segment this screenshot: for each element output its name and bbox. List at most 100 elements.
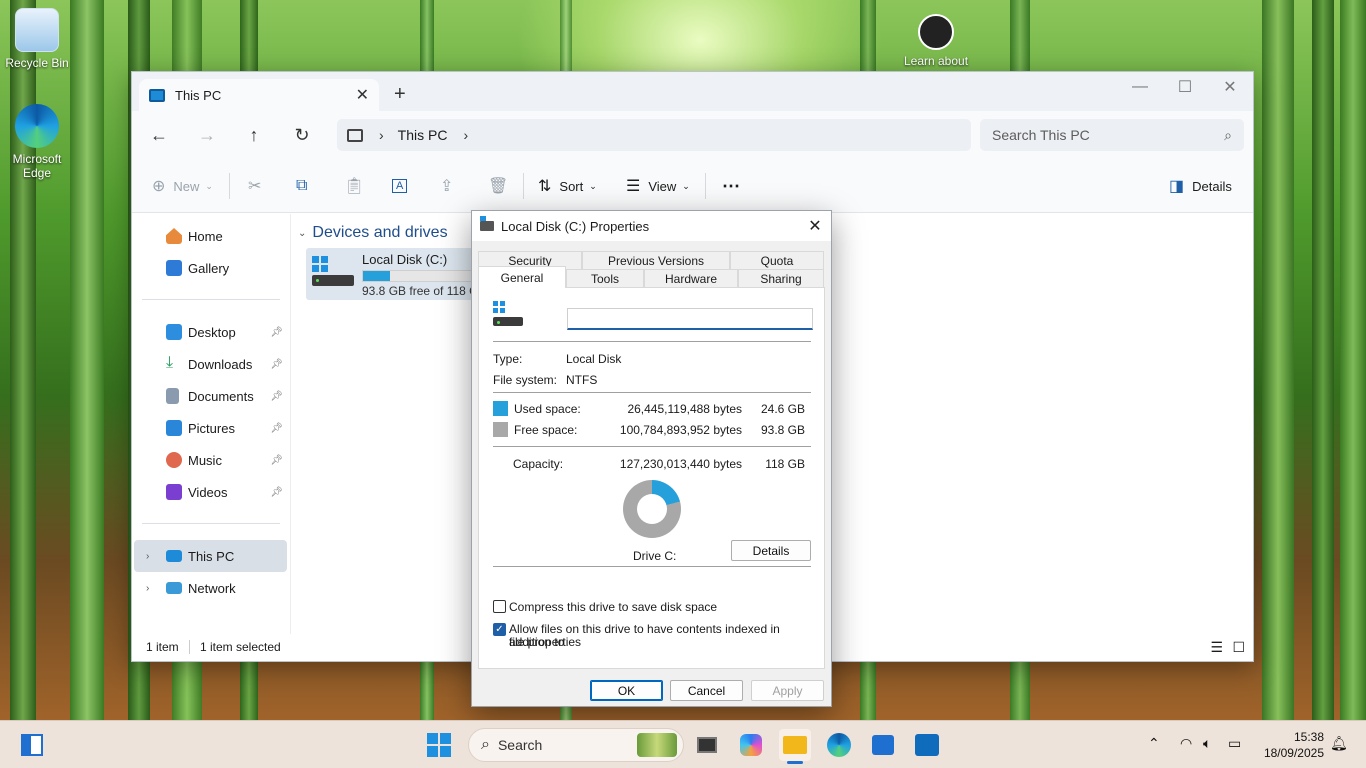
sort-button[interactable]: ⇅ Sort ⌄ [538, 175, 597, 197]
share-button[interactable]: ⇪ [440, 175, 461, 197]
compress-drive-checkbox[interactable] [493, 600, 506, 613]
tab-this-pc[interactable]: This PC ✕ [139, 79, 379, 111]
dialog-title-bar: Local Disk (C:) Properties ✕ [472, 211, 831, 241]
widgets-button[interactable] [16, 729, 48, 761]
sidebar-item-label: Documents [188, 388, 254, 404]
button-label: OK [617, 683, 636, 698]
forward-button[interactable]: → [192, 121, 222, 149]
delete-button[interactable]: 🗑︎ [488, 175, 516, 197]
copilot-button[interactable] [735, 729, 767, 761]
more-options-button[interactable]: ⋯ [722, 175, 740, 197]
folder-icon [783, 736, 807, 754]
drive-free-text: 93.8 GB free of 118 GB [362, 284, 487, 298]
new-tab-button[interactable]: + [394, 84, 406, 104]
edge-icon [15, 104, 59, 148]
monitor-icon [166, 550, 182, 562]
sidebar-item-downloads[interactable]: ⤓ Downloads 📌︎ [134, 348, 287, 380]
cut-button[interactable]: ✂ [248, 175, 269, 197]
pin-icon[interactable]: 📌︎ [270, 423, 283, 434]
minimize-button[interactable]: — [1117, 72, 1163, 102]
view-button[interactable]: ☰ View ⌄ [626, 175, 690, 197]
hard-drive-icon [312, 256, 354, 288]
close-tab-icon[interactable]: ✕ [356, 85, 369, 105]
pane-splitter[interactable] [290, 214, 291, 634]
paste-button[interactable]: 📋︎ [344, 175, 372, 197]
tab-quota[interactable]: Quota [730, 251, 824, 269]
breadcrumb-this-pc[interactable]: This PC [398, 127, 448, 143]
properties-dialog: Local Disk (C:) Properties ✕ Security Pr… [471, 210, 832, 707]
sidebar-item-this-pc[interactable]: › This PC [134, 540, 287, 572]
sidebar-item-network[interactable]: › Network [134, 572, 287, 604]
taskbar-search-label: Search [497, 737, 543, 753]
sidebar-item-documents[interactable]: Documents 📌︎ [134, 380, 287, 412]
sidebar-item-pictures[interactable]: Pictures 📌︎ [134, 412, 287, 444]
tab-sharing[interactable]: Sharing [738, 269, 824, 287]
maximize-button[interactable]: ☐ [1162, 72, 1208, 102]
refresh-button[interactable]: ↻ [287, 121, 317, 149]
microsoft-edge-desktop-icon[interactable]: Microsoft Edge [0, 104, 74, 180]
details-view-icon[interactable]: ☰ [1210, 639, 1223, 656]
rename-icon: A [392, 179, 408, 193]
monitor-icon [347, 128, 363, 142]
disk-usage-donut-chart [623, 480, 681, 538]
outlook-taskbar-button[interactable] [911, 729, 943, 761]
pin-icon[interactable]: 📌︎ [270, 455, 283, 466]
navigation-pane: Home Gallery Desktop 📌︎ ⤓ Downloads 📌︎ D… [132, 214, 290, 634]
wifi-icon[interactable]: ◠ [1180, 735, 1192, 752]
sidebar-item-home[interactable]: Home [134, 220, 287, 252]
chevron-right-icon[interactable]: › [463, 127, 468, 143]
learn-about-desktop-icon[interactable]: Learn about [899, 14, 973, 68]
pin-icon[interactable]: 📌︎ [270, 487, 283, 498]
breadcrumb[interactable]: › This PC › [337, 119, 971, 151]
index-contents-checkbox[interactable]: ✓ [493, 623, 506, 636]
up-button[interactable]: ↑ [239, 121, 269, 149]
tab-previous-versions[interactable]: Previous Versions [582, 251, 730, 269]
recycle-bin-desktop-icon[interactable]: Recycle Bin [0, 8, 74, 70]
close-window-button[interactable]: ✕ [1207, 72, 1253, 102]
file-system-value: NTFS [566, 373, 598, 387]
apply-button[interactable]: Apply [751, 680, 824, 701]
tab-hardware[interactable]: Hardware [644, 269, 738, 287]
pin-icon[interactable]: 📌︎ [270, 391, 283, 402]
chevron-right-icon[interactable]: › [146, 583, 149, 594]
task-view-button[interactable] [691, 729, 723, 761]
details-pane-button[interactable]: ◨ Details [1169, 175, 1232, 197]
sidebar-item-videos[interactable]: Videos 📌︎ [134, 476, 287, 508]
disk-details-button[interactable]: Details [731, 540, 811, 561]
new-button[interactable]: ⊕ New ⌄ [152, 175, 213, 197]
rename-button[interactable]: A [392, 175, 415, 197]
chevron-right-icon[interactable]: › [379, 127, 384, 143]
edge-taskbar-button[interactable] [823, 729, 855, 761]
cancel-button[interactable]: Cancel [670, 680, 743, 701]
battery-icon[interactable]: ▭ [1228, 735, 1241, 752]
tab-tools[interactable]: Tools [566, 269, 644, 287]
toolbar-divider [523, 173, 524, 199]
pin-icon[interactable]: 📌︎ [270, 327, 283, 338]
sidebar-item-music[interactable]: Music 📌︎ [134, 444, 287, 476]
tiles-view-icon[interactable]: ☐ [1232, 639, 1245, 656]
devices-and-drives-header[interactable]: ⌄ Devices and drives [298, 224, 448, 242]
videos-folder-icon [166, 484, 182, 500]
recycle-bin-icon [15, 8, 59, 52]
sidebar-item-desktop[interactable]: Desktop 📌︎ [134, 316, 287, 348]
chevron-right-icon[interactable]: › [146, 551, 149, 562]
copy-button[interactable]: ⧉ [296, 175, 315, 197]
system-clock[interactable]: 15:38 18/09/2025 [1264, 729, 1324, 761]
chevron-down-icon[interactable]: ⌄ [298, 228, 306, 239]
search-input[interactable]: Search This PC ⌕ [980, 119, 1244, 151]
ok-button[interactable]: OK [590, 680, 663, 701]
tab-title: This PC [175, 87, 222, 103]
sidebar-item-gallery[interactable]: Gallery [134, 252, 287, 284]
start-button[interactable] [423, 729, 455, 761]
file-explorer-taskbar-button[interactable] [779, 729, 811, 764]
notification-bell-icon[interactable]: 🔔︎ [1330, 735, 1348, 752]
store-taskbar-button[interactable] [867, 729, 899, 761]
close-dialog-button[interactable]: ✕ [803, 214, 827, 238]
back-button[interactable]: ← [144, 121, 174, 149]
chevron-up-icon[interactable]: ⌃ [1148, 735, 1160, 752]
tab-general[interactable]: General [478, 266, 566, 288]
volume-label-input[interactable] [567, 308, 813, 330]
volume-icon[interactable]: 🔈︎ [1203, 735, 1211, 752]
taskbar-search-box[interactable]: ⌕ Search [468, 728, 684, 762]
pin-icon[interactable]: 📌︎ [270, 359, 283, 370]
